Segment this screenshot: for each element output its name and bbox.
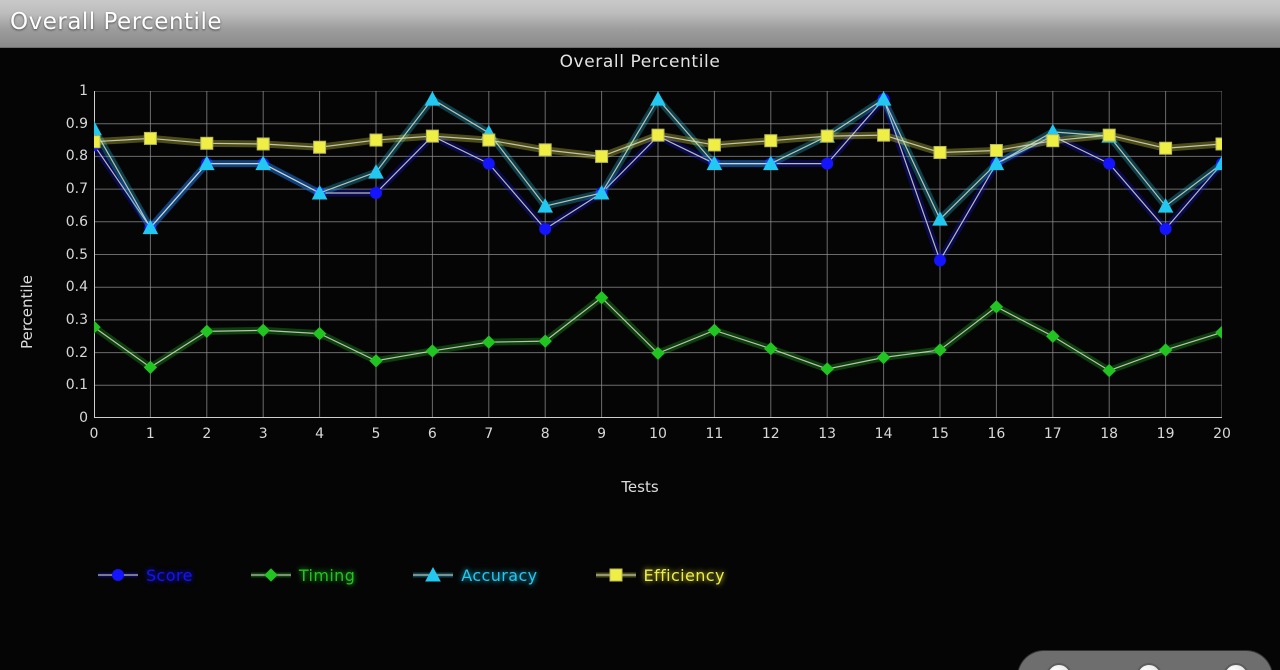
x-tick-label: 15 (931, 426, 949, 442)
chart-canvas: Overall Percentile Percentile Tests 0 0.1… (0, 48, 1280, 670)
data-point (200, 136, 214, 150)
data-point (143, 131, 157, 145)
x-tick-label: 2 (202, 426, 212, 442)
zoom-in-button[interactable]: + (1046, 663, 1086, 670)
data-point (764, 134, 778, 148)
y-tick-label: 0.7 (65, 181, 88, 198)
y-tick-label: 0.1 (65, 377, 88, 394)
x-tick-label: 4 (315, 426, 325, 442)
data-point (370, 187, 382, 200)
zoom-toolbar: + − 1:1 (1018, 651, 1272, 670)
data-point (94, 135, 101, 149)
data-point (707, 138, 721, 152)
y-tick-label: 0.5 (65, 246, 88, 263)
data-point (821, 157, 834, 170)
x-tick-label: 18 (1100, 426, 1119, 442)
data-point (369, 133, 383, 147)
data-point (650, 91, 666, 106)
y-tick-label: 0.6 (65, 213, 88, 230)
data-point (256, 137, 270, 151)
legend-label: Efficiency (643, 565, 725, 585)
x-tick-label: 14 (874, 426, 893, 442)
chart-window: Overall Percentile Overall Percentile Pe… (0, 0, 1280, 670)
y-tick-label: 0.4 (65, 279, 88, 296)
y-tick-label: 0 (79, 410, 88, 426)
data-point (425, 129, 439, 143)
legend-item-timing[interactable]: Timing (249, 566, 355, 585)
data-point (820, 129, 834, 143)
x-tick-label: 3 (258, 426, 268, 442)
x-tick-label: 7 (484, 426, 494, 442)
chart-legend: Score Timing Accuracy Efficiency (96, 560, 781, 590)
data-point (609, 568, 623, 582)
data-point (595, 149, 609, 163)
data-point (1159, 222, 1172, 235)
circle-marker-icon (96, 566, 140, 584)
x-tick-label: 12 (761, 426, 780, 442)
x-tick-label: 5 (371, 426, 381, 442)
zoom-out-button[interactable]: − (1136, 663, 1176, 670)
legend-label: Score (146, 565, 193, 585)
diamond-marker-icon (249, 566, 293, 584)
legend-label: Timing (298, 565, 356, 585)
y-tick-label: 1 (79, 83, 88, 99)
window-titlebar: Overall Percentile (0, 0, 1280, 48)
data-point (933, 145, 947, 159)
legend-item-efficiency[interactable]: Efficiency (594, 566, 725, 585)
x-axis-label: Tests (621, 478, 659, 496)
zoom-actual-size-button[interactable]: 1:1 (1223, 663, 1263, 670)
x-tick-label: 8 (540, 426, 550, 442)
y-tick-label: 0.8 (65, 148, 88, 165)
plot-area (94, 91, 1222, 418)
zoom-actual-size-icon: 1:1 (1223, 663, 1249, 670)
y-tick-label: 0.9 (65, 115, 88, 132)
data-point (482, 133, 496, 147)
x-tick-label: 11 (705, 426, 724, 442)
data-point (1102, 128, 1116, 142)
y-tick-label: 0.3 (65, 311, 88, 328)
plot-svg (94, 91, 1222, 418)
x-tick-label: 13 (818, 426, 837, 442)
data-point (651, 128, 665, 142)
x-tick-label: 17 (1043, 426, 1062, 442)
x-tick-label: 6 (427, 426, 437, 442)
data-point (1215, 137, 1222, 151)
x-axis-ticks: 0 1 2 3 4 5 6 7 8 9 10 11 12 13 14 15 16 17 18 19 20 (90, 426, 1231, 450)
legend-item-score[interactable]: Score (96, 566, 193, 585)
x-tick-label: 9 (597, 426, 607, 442)
chart-title: Overall Percentile (559, 52, 721, 72)
data-point (1159, 141, 1173, 155)
legend-item-accuracy[interactable]: Accuracy (411, 566, 537, 585)
data-point (313, 140, 327, 154)
y-axis-ticks: 0 0.1 0.2 0.3 0.4 0.5 0.6 0.7 0.8 0.9 1 (44, 83, 88, 426)
data-point (1103, 157, 1116, 170)
triangle-marker-icon (411, 566, 455, 584)
x-tick-label: 10 (649, 426, 667, 442)
data-point (538, 143, 552, 157)
x-tick-label: 16 (987, 426, 1006, 442)
data-point (256, 323, 270, 338)
data-point (539, 222, 552, 235)
legend-label: Accuracy (461, 565, 538, 585)
y-tick-label: 0.2 (65, 344, 88, 361)
window-title: Overall Percentile (10, 9, 222, 35)
data-point (1046, 134, 1060, 148)
square-marker-icon (594, 566, 638, 584)
x-tick-label: 1 (145, 426, 155, 442)
x-tick-label: 20 (1213, 426, 1231, 442)
data-point (482, 157, 495, 170)
data-point (264, 568, 278, 582)
zoom-in-icon: + (1046, 663, 1072, 670)
x-tick-label: 0 (89, 426, 99, 442)
zoom-out-icon: − (1136, 663, 1162, 670)
data-point (877, 128, 891, 142)
data-point (934, 254, 946, 267)
data-point (989, 144, 1003, 158)
data-point (112, 569, 124, 581)
x-tick-label: 19 (1156, 426, 1175, 442)
y-axis-label: Percentile (18, 275, 36, 350)
